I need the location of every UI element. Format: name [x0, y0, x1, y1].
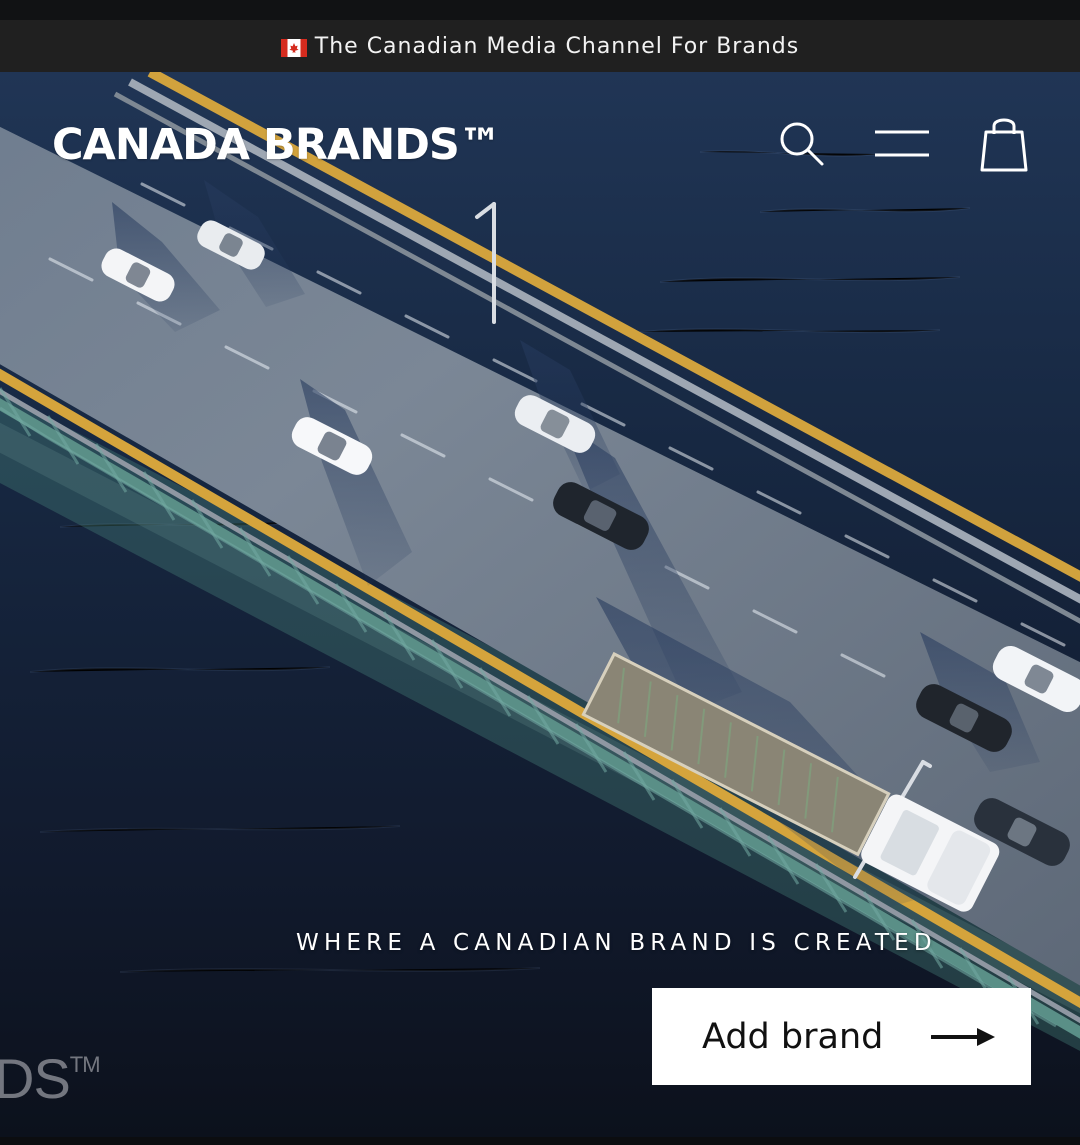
announcement-bar: The Canadian Media Channel For Brands — [0, 20, 1080, 72]
menu-icon — [875, 130, 929, 157]
site-logo[interactable]: CANADA BRANDS™ — [52, 120, 502, 170]
add-brand-label: Add brand — [702, 1016, 884, 1057]
watermark-logo: DSTM — [0, 1046, 101, 1111]
watermark-text: DS — [0, 1047, 71, 1110]
search-icon — [780, 122, 824, 166]
hero-banner — [0, 72, 1080, 1137]
system-strip — [0, 0, 1080, 20]
add-brand-button[interactable]: Add brand — [652, 988, 1031, 1085]
cart-icon — [980, 118, 1028, 172]
arrow-right-icon — [931, 1027, 995, 1046]
search-button[interactable] — [770, 112, 834, 176]
hero-bridge-image — [0, 72, 1080, 1137]
menu-button[interactable] — [868, 112, 936, 176]
cart-button[interactable] — [972, 108, 1036, 178]
canada-flag-icon — [280, 38, 307, 57]
hero-tagline: WHERE A CANADIAN BRAND IS CREATED — [296, 930, 937, 956]
announcement-text: The Canadian Media Channel For Brands — [314, 33, 800, 59]
bottom-strip — [0, 1137, 1080, 1145]
watermark-mark: TM — [69, 1052, 101, 1077]
